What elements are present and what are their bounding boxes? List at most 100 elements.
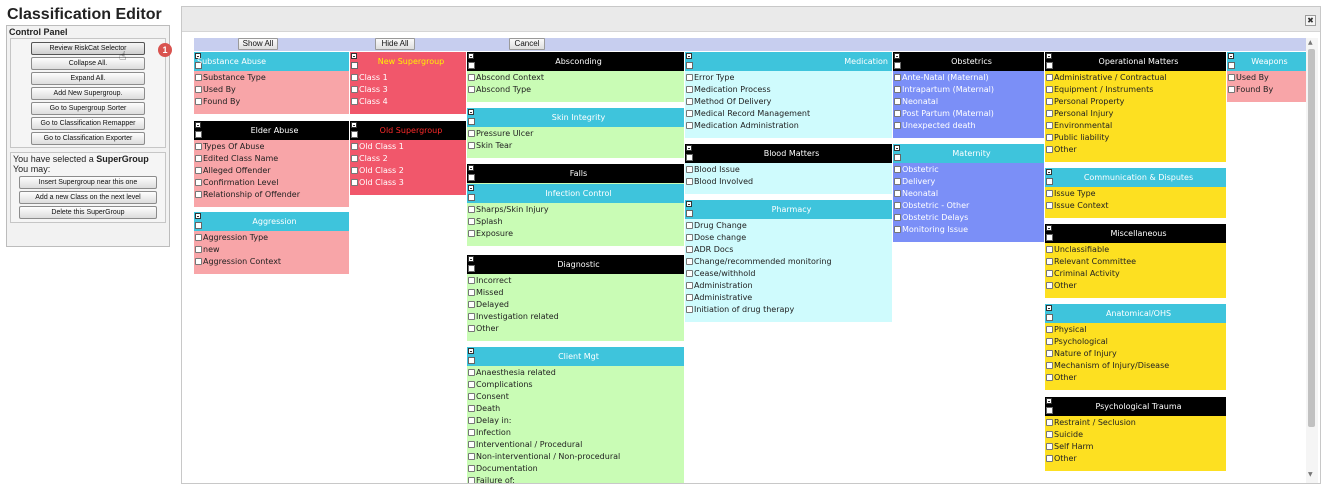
supergroup-checkbox[interactable] [468, 194, 475, 201]
class-item[interactable]: Found By [194, 96, 349, 108]
class-item[interactable]: Abscond Context [467, 72, 684, 84]
supergroup-falls[interactable]: Falls [467, 164, 684, 184]
class-checkbox[interactable] [894, 214, 901, 221]
class-item[interactable]: Method Of Delivery [685, 96, 892, 108]
class-checkbox[interactable] [468, 313, 475, 320]
class-item[interactable]: Nature of Injury [1045, 348, 1226, 360]
class-item[interactable]: Medication Administration [685, 120, 892, 132]
supergroup-elder-abuse[interactable]: Elder Abuse Types Of Abuse Edited Class Na… [194, 121, 349, 207]
class-checkbox[interactable] [686, 166, 693, 173]
supergroup-header[interactable]: Skin Integrity [467, 108, 684, 127]
class-checkbox[interactable] [1046, 146, 1053, 153]
supergroup-checkbox[interactable] [195, 131, 202, 138]
supergroup-header[interactable]: Pharmacy [685, 200, 892, 219]
class-checkbox[interactable] [1046, 202, 1053, 209]
collapse-icon[interactable] [195, 213, 201, 219]
class-item[interactable]: Post Partum (Maternal) [893, 108, 1044, 120]
class-item[interactable]: Used By [1227, 72, 1306, 84]
class-checkbox[interactable] [1046, 86, 1053, 93]
class-checkbox[interactable] [195, 155, 202, 162]
class-checkbox[interactable] [195, 86, 202, 93]
scrollbar-thumb[interactable] [1308, 49, 1315, 427]
supergroup-checkbox[interactable] [468, 118, 475, 125]
class-item[interactable]: Physical [1045, 324, 1226, 336]
supergroup-miscellaneous[interactable]: Miscellaneous Unclassifiable Relevant Comm… [1045, 224, 1226, 298]
class-checkbox[interactable] [468, 301, 475, 308]
supergroup-weapons[interactable]: Weapons Used By Found By [1227, 52, 1306, 102]
class-item[interactable]: Administrative [685, 292, 892, 304]
supergroup-header[interactable]: Substance Abuse [194, 52, 349, 71]
class-checkbox[interactable] [468, 230, 475, 237]
class-item[interactable]: Relevant Committee [1045, 256, 1226, 268]
class-checkbox[interactable] [1046, 282, 1053, 289]
collapse-icon[interactable] [468, 109, 474, 115]
class-checkbox[interactable] [894, 110, 901, 117]
class-item[interactable]: Other [467, 323, 684, 335]
class-item[interactable]: Class 1 [350, 72, 466, 84]
supergroup-checkbox[interactable] [351, 62, 358, 69]
class-item[interactable]: Substance Type [194, 72, 349, 84]
class-item[interactable]: Skin Tear [467, 140, 684, 152]
class-checkbox[interactable] [686, 74, 693, 81]
supergroup-psychological-trauma[interactable]: Psychological Trauma Restraint / Seclusio… [1045, 397, 1226, 471]
class-checkbox[interactable] [686, 282, 693, 289]
collapse-icon[interactable] [686, 201, 692, 207]
class-checkbox[interactable] [1046, 122, 1053, 129]
class-checkbox[interactable] [468, 277, 475, 284]
hide-all-button[interactable]: Hide All [375, 38, 415, 50]
collapse-icon[interactable] [468, 348, 474, 354]
class-checkbox[interactable] [686, 86, 693, 93]
class-checkbox[interactable] [894, 74, 901, 81]
class-item[interactable]: Blood Issue [685, 164, 892, 176]
class-checkbox[interactable] [468, 142, 475, 149]
close-icon[interactable]: ✖ [1305, 15, 1316, 26]
supergroup-obstetrics[interactable]: Obstetrics Ante-Natal (Maternal) Intrapart… [893, 52, 1044, 138]
class-checkbox[interactable] [1046, 110, 1053, 117]
collapse-icon[interactable] [1046, 305, 1052, 311]
class-item[interactable]: Incorrect [467, 275, 684, 287]
class-item[interactable]: Neonatal [893, 96, 1044, 108]
class-item[interactable]: Old Class 2 [350, 165, 466, 177]
supergroup-header[interactable]: Maternity [893, 144, 1044, 163]
class-item[interactable]: Drug Change [685, 220, 892, 232]
class-checkbox[interactable] [468, 289, 475, 296]
supergroup-checkbox[interactable] [894, 62, 901, 69]
class-item[interactable]: Complications [467, 379, 684, 391]
class-item[interactable]: Equipment / Instruments [1045, 84, 1226, 96]
class-item[interactable]: Initiation of drug therapy [685, 304, 892, 316]
class-item[interactable]: Personal Injury [1045, 108, 1226, 120]
supergroup-checkbox[interactable] [468, 357, 475, 364]
class-checkbox[interactable] [468, 325, 475, 332]
class-item[interactable]: Aggression Type [194, 232, 349, 244]
scroll-down-icon[interactable]: ▼ [1308, 471, 1313, 478]
supergroup-substance-abuse[interactable]: Substance Abuse Substance Type Used By Foun… [194, 52, 349, 114]
supergroup-checkbox[interactable] [468, 62, 475, 69]
class-item[interactable]: Criminal Activity [1045, 268, 1226, 280]
class-item[interactable]: Delayed [467, 299, 684, 311]
class-checkbox[interactable] [1046, 362, 1053, 369]
review-riskcat-selector-button[interactable]: Review RiskCat Selector [31, 42, 145, 55]
class-checkbox[interactable] [195, 246, 202, 253]
class-item[interactable]: Infection [467, 427, 684, 439]
class-checkbox[interactable] [1046, 258, 1053, 265]
supergroup-checkbox[interactable] [894, 154, 901, 161]
class-item[interactable]: Obstetric - Other [893, 200, 1044, 212]
supergroup-header[interactable]: Medication [685, 52, 892, 71]
collapse-icon[interactable] [468, 185, 474, 191]
supergroup-diagnostic[interactable]: Diagnostic Incorrect Missed Delayed Investig… [467, 255, 684, 341]
class-checkbox[interactable] [686, 306, 693, 313]
class-item[interactable]: Splash [467, 216, 684, 228]
supergroup-checkbox[interactable] [195, 222, 202, 229]
supergroup-header[interactable]: Operational Matters [1045, 52, 1226, 71]
supergroup-header[interactable]: Anatomical/OHS [1045, 304, 1226, 323]
class-item[interactable]: ADR Docs [685, 244, 892, 256]
class-checkbox[interactable] [195, 143, 202, 150]
class-item[interactable]: Unclassifiable [1045, 244, 1226, 256]
class-checkbox[interactable] [351, 74, 358, 81]
class-checkbox[interactable] [468, 477, 475, 483]
collapse-icon[interactable] [894, 145, 900, 151]
class-item[interactable]: Mechanism of Injury/Disease [1045, 360, 1226, 372]
class-checkbox[interactable] [1046, 338, 1053, 345]
class-checkbox[interactable] [468, 417, 475, 424]
supergroup-checkbox[interactable] [1046, 314, 1053, 321]
